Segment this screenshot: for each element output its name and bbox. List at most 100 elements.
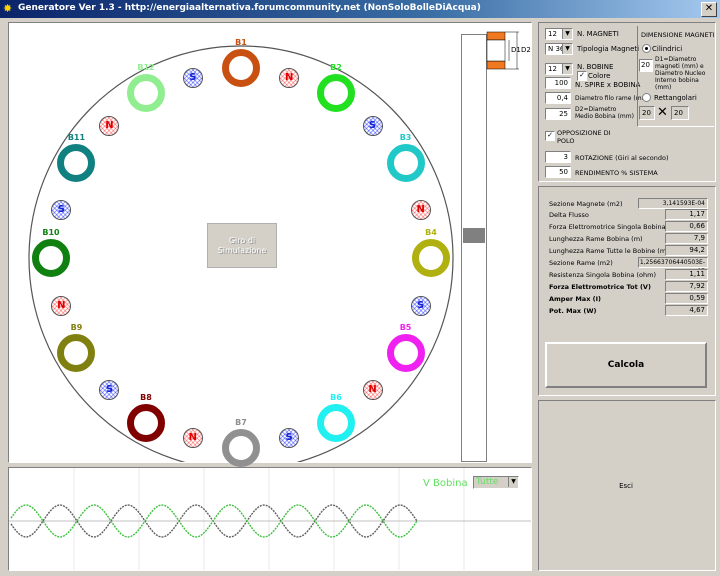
d1-label: D1=Diametro magneti (mm) e Diametro Nucl…	[655, 56, 706, 91]
coil-label: B12	[137, 63, 155, 73]
magnet-s-6: S	[279, 427, 300, 448]
position-track[interactable]	[461, 34, 487, 462]
coil-b4	[412, 239, 450, 277]
coil-label: B10	[42, 228, 60, 237]
d2-input[interactable]: 25	[545, 108, 571, 120]
result-value: 7,92	[665, 281, 708, 292]
result-value: 94,2	[665, 245, 708, 256]
result-label: Forza Elettromotrice Singola Bobina (V)	[549, 223, 678, 231]
result-value: 1,11	[665, 269, 708, 280]
result-label: Resistenza Singola Bobina (ohm)	[549, 271, 656, 279]
result-label: Delta Flusso	[549, 211, 589, 219]
magnet-n-7: N	[182, 427, 203, 448]
close-button[interactable]: ✕	[701, 2, 717, 17]
diametro-filo-input[interactable]: 0,4	[545, 92, 571, 104]
rect-side-b: 20	[671, 106, 689, 120]
simulation-button[interactable]: Giro di Simulazione	[207, 223, 277, 268]
times-icon: ✕	[657, 105, 668, 120]
n-magneti-select[interactable]: 12 ▼	[545, 28, 573, 40]
n-magneti-value: 12	[548, 30, 557, 38]
result-label: Lunghezza Rame Tutte le Bobine (m)	[549, 247, 669, 255]
rect-side-a: 20	[639, 106, 655, 120]
result-label: Sezione Magnete (m2)	[549, 200, 623, 208]
result-label: Lunghezza Rame Bobina (m)	[549, 235, 643, 243]
esci-button[interactable]: Esci	[545, 406, 707, 566]
dimension-title: DIMENSIONE MAGNETI	[641, 31, 715, 39]
result-label: Pot. Max (W)	[549, 307, 597, 315]
n-magneti-label: N. MAGNETI	[577, 30, 619, 38]
position-slider-thumb[interactable]	[463, 228, 485, 243]
magnet-n-3: N	[410, 199, 431, 220]
coil-select[interactable]: Tutte ▼	[473, 476, 519, 489]
chevron-down-icon: ▼	[562, 44, 572, 54]
tipologia-label: Tipologia Magneti	[577, 45, 640, 53]
n-bobine-select[interactable]: 12 ▼	[545, 63, 573, 75]
coil-b8	[127, 403, 165, 442]
coil-label: B1	[235, 38, 247, 47]
result-value: 3,141593E-04	[638, 198, 708, 209]
rotazione-input[interactable]: 3	[545, 151, 571, 163]
tipologia-select[interactable]: N 36 ▼	[545, 43, 573, 55]
coil-label: B6	[330, 392, 342, 402]
coil-b6	[317, 403, 355, 442]
coil-b5	[386, 334, 425, 372]
coil-label: B9	[70, 323, 83, 332]
result-value: 7,9	[665, 233, 708, 244]
opposizione-label: OPPOSIZIONE DI POLO	[557, 129, 611, 145]
result-label: Forza Elettromotrice Tot (V)	[549, 283, 651, 291]
d1-tag: D1	[511, 46, 521, 54]
magnet-n-5: N	[362, 379, 383, 400]
spire-input[interactable]: 100	[545, 77, 571, 89]
scope-label: V Bobina	[423, 478, 468, 489]
title-bar: ✸ Generatore Ver 1.3 - http://energiaalt…	[0, 0, 720, 18]
rendimento-input[interactable]: 50	[545, 166, 571, 178]
magnet-s-8: S	[99, 379, 120, 400]
result-label: Amper Max (I)	[549, 295, 602, 303]
magnet-dimension-drawing	[486, 31, 519, 70]
coil-label: B2	[330, 63, 342, 73]
calcola-button[interactable]: Calcola	[545, 342, 707, 388]
rotazione-label: ROTAZIONE (Giri al secondo)	[575, 154, 669, 162]
coil-label: B7	[235, 418, 247, 427]
d2-label: D2=Diametro Medio Bobina (mm)	[575, 106, 634, 120]
coil-label: B11	[67, 133, 86, 142]
calcola-button-label: Calcola	[607, 360, 645, 370]
coil-label: B8	[140, 392, 152, 402]
rettangolari-label: Rettangolari	[654, 94, 697, 102]
chevron-down-icon: ▼	[562, 29, 572, 39]
cilindrici-label: Cilindrici	[652, 45, 683, 53]
rettangolari-radio[interactable]	[642, 93, 651, 102]
coil-label: B3	[399, 133, 412, 142]
oscilloscope-panel: V Bobina Tutte ▼	[8, 467, 532, 571]
result-value: 4,67	[665, 305, 708, 316]
coil-select-value: Tutte	[476, 477, 499, 487]
coil-b10	[32, 239, 70, 277]
opposizione-checkbox[interactable]: ✓	[545, 131, 555, 141]
d1-input[interactable]: 20	[639, 59, 653, 72]
coil-label: B4	[425, 228, 437, 237]
n-bobine-value: 12	[548, 65, 557, 73]
coil-b3	[386, 144, 425, 182]
chevron-down-icon: ▼	[508, 477, 518, 487]
simulation-button-label: Giro di Simulazione	[217, 236, 267, 255]
rotor-canvas: D1 D2 Giro di Simulazione B1 B2 B3 B4 B5 B6 B7…	[8, 22, 532, 467]
coil-b7	[222, 429, 260, 467]
result-label: Sezione Rame (m2)	[549, 259, 613, 267]
spire-label: N. SPIRE x BOBINA	[575, 81, 641, 89]
magnet-s-4: S	[410, 296, 431, 317]
cilindrici-radio[interactable]	[642, 44, 651, 53]
rendimento-label: RENDIMENTO % SISTEMA	[575, 169, 658, 177]
result-value: 0,59	[665, 293, 708, 304]
magnet-s-2: S	[362, 116, 383, 137]
chevron-down-icon: ▼	[562, 64, 572, 74]
result-value: 1,17	[665, 209, 708, 220]
result-value: 0,66	[665, 221, 708, 232]
app-icon: ✸	[3, 2, 13, 15]
n-bobine-label: N. BOBINE	[577, 63, 614, 71]
colore-label: Colore	[588, 72, 611, 80]
colore-checkbox[interactable]: ✓	[577, 71, 587, 81]
window-title: Generatore Ver 1.3 - http://energiaalter…	[18, 3, 481, 13]
esci-button-label: Esci	[619, 482, 633, 490]
result-value: 1,25663706440503E-07	[638, 257, 708, 275]
d2-tag: D2	[521, 46, 531, 54]
